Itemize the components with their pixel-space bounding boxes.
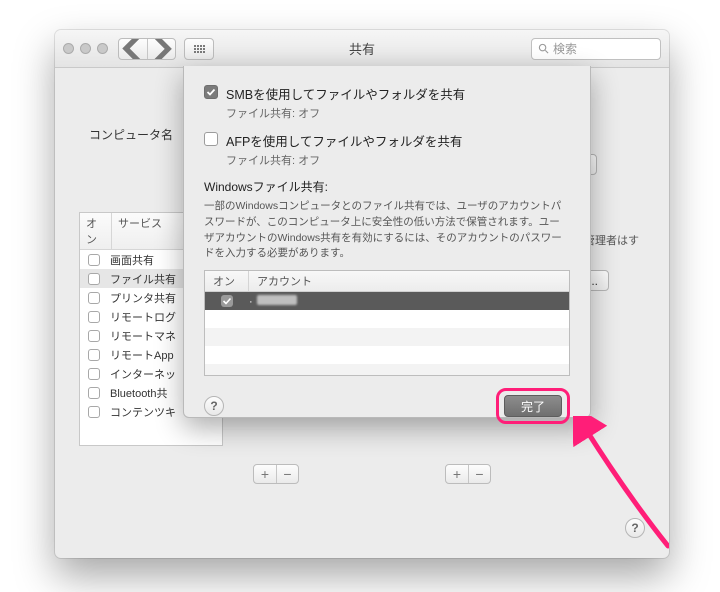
help-button[interactable]: ? [204, 396, 224, 416]
done-highlight: 完了 [496, 388, 570, 424]
account-row-empty [205, 364, 569, 376]
search-icon [538, 43, 549, 54]
afp-status: ファイル共有: オフ [226, 152, 570, 168]
close-icon[interactable] [63, 43, 74, 54]
service-checkbox[interactable] [88, 254, 100, 266]
grid-icon [185, 39, 213, 59]
smb-label: SMBを使用してファイルやフォルダを共有 [226, 84, 465, 103]
service-checkbox[interactable] [88, 292, 100, 304]
computer-name-label: コンピュータ名 [89, 126, 173, 143]
remove-button[interactable]: − [276, 465, 298, 483]
accounts-table: オン アカウント · [204, 270, 570, 376]
accounts-header: オン アカウント [205, 271, 569, 292]
smb-checkbox[interactable] [204, 85, 218, 99]
account-row-empty [205, 310, 569, 328]
accounts-col-account: アカウント [249, 271, 320, 291]
windows-sharing-title: Windowsファイル共有: [204, 178, 570, 195]
afp-label: AFPを使用してファイルやフォルダを共有 [226, 131, 462, 150]
folders-add-remove: + − [253, 464, 299, 484]
windows-sharing-description: 一部のWindowsコンピュータとのファイル共有では、ユーザのアカウントパスワー… [204, 199, 570, 262]
show-all-button[interactable] [184, 38, 214, 60]
service-checkbox[interactable] [88, 387, 100, 399]
services-col-on: オン [80, 213, 112, 249]
titlebar: 共有 検索 [55, 30, 669, 68]
service-checkbox[interactable] [88, 311, 100, 323]
service-checkbox[interactable] [88, 368, 100, 380]
minimize-icon[interactable] [80, 43, 91, 54]
remove-button[interactable]: − [468, 465, 490, 483]
search-field[interactable]: 検索 [531, 38, 661, 60]
add-button[interactable]: + [254, 465, 276, 483]
account-checkbox[interactable] [221, 295, 233, 307]
search-placeholder: 検索 [553, 40, 577, 57]
service-checkbox[interactable] [88, 273, 100, 285]
nav-back-forward[interactable] [118, 38, 176, 60]
forward-button[interactable] [147, 39, 175, 59]
account-row-empty [205, 328, 569, 346]
service-checkbox[interactable] [88, 349, 100, 361]
preferences-window: 共有 検索 コンピュータ名 編集... オン サービス 画面共有 ファイル共有 … [55, 30, 669, 558]
account-row-empty [205, 346, 569, 364]
smb-status: ファイル共有: オフ [226, 105, 570, 121]
back-button[interactable] [119, 39, 147, 59]
services-col-name: サービス [112, 213, 168, 249]
accounts-col-on: オン [205, 271, 249, 291]
service-checkbox[interactable] [88, 330, 100, 342]
afp-checkbox[interactable] [204, 132, 218, 146]
users-add-remove: + − [445, 464, 491, 484]
smb-option[interactable]: SMBを使用してファイルやフォルダを共有 [204, 84, 570, 103]
add-button[interactable]: + [446, 465, 468, 483]
afp-option[interactable]: AFPを使用してファイルやフォルダを共有 [204, 131, 570, 150]
help-button[interactable]: ? [625, 518, 645, 538]
sheet-footer: ? 完了 [204, 388, 570, 424]
service-checkbox[interactable] [88, 406, 100, 418]
account-row[interactable]: · [205, 292, 569, 310]
options-sheet: SMBを使用してファイルやフォルダを共有 ファイル共有: オフ AFPを使用して… [183, 66, 591, 418]
window-controls [63, 43, 108, 54]
account-name: · [249, 295, 297, 308]
done-button[interactable]: 完了 [504, 395, 562, 417]
zoom-icon[interactable] [97, 43, 108, 54]
